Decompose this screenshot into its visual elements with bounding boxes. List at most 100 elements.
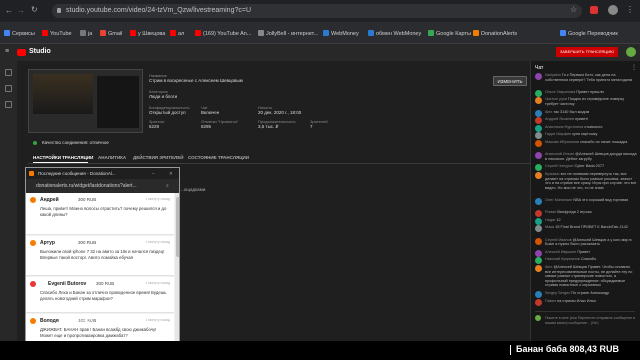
chat-author[interactable]: Андрей Яковлев: [545, 117, 574, 121]
reload-icon[interactable]: ↻: [31, 5, 38, 14]
forward-icon[interactable]: →: [17, 6, 25, 15]
bookmark-youtube[interactable]: YouTube: [42, 30, 72, 37]
menu-icon[interactable]: ⋮: [626, 5, 634, 14]
popup-address-bar[interactable]: donationalerts.ru/widget/lastdonations?a…: [26, 179, 179, 193]
chat-avatar[interactable]: [535, 132, 542, 140]
chat-author[interactable]: Николай Куприянов: [545, 257, 580, 261]
chat-author[interactable]: Гарри Марфин: [545, 132, 571, 136]
chat-avatar[interactable]: [535, 89, 542, 97]
stream-tabs: НАСТРОЙКИ ТРАНСЛЯЦИИ АНАЛИТИКА ДЕЙСТВИЯ …: [28, 152, 530, 164]
stream-preview[interactable]: [28, 69, 143, 133]
donation-item: Андрей 300 RUB 1 минуту назад Леша, прив…: [26, 193, 174, 235]
donation-amount: 300 RUB: [78, 197, 97, 202]
chat-avatar[interactable]: [535, 97, 542, 105]
bookmark-google-translate[interactable]: Google Переводчик: [560, 30, 618, 37]
chat-text: @Алексей Шевцов Привет. Чтобы оставить в…: [545, 265, 633, 288]
chat-author[interactable]: Сергей Иванов: [545, 238, 572, 242]
chat-author[interactable]: Сергей Чепурин: [545, 164, 573, 168]
chat-avatar[interactable]: [535, 249, 542, 257]
studio-logo[interactable]: Studio: [29, 48, 51, 55]
donor-name: Володя: [40, 318, 59, 324]
analytics-icon[interactable]: [5, 101, 12, 108]
hamburger-icon[interactable]: ≡: [5, 48, 9, 55]
bookmark-webmoney[interactable]: WebMoney: [323, 30, 359, 37]
chat-avatar[interactable]: [535, 152, 542, 160]
donation-amount: 300 RUB: [78, 240, 97, 245]
popup-scrollbar[interactable]: [175, 193, 179, 343]
chat-status: Включен: [201, 110, 220, 115]
chat-author[interactable]: Nariyakin: [545, 73, 561, 77]
chat-author[interactable]: Hagar: [545, 218, 555, 222]
chat-avatar[interactable]: [535, 109, 542, 117]
chat-avatar[interactable]: [535, 257, 542, 265]
quality-dot-icon: [33, 141, 37, 145]
chat-author[interactable]: Алексей Ивушкин: [545, 250, 576, 254]
chat-avatar[interactable]: [535, 164, 542, 172]
chat-author[interactable]: Анастасия Нургалина: [545, 125, 583, 129]
bookmark-jollybell[interactable]: JollyBell - интернет...: [258, 30, 318, 37]
chat-avatar[interactable]: [535, 225, 542, 233]
chat-author[interactable]: Чистые руки: [545, 97, 567, 101]
tab-viewer-actions[interactable]: ДЕЙСТВИЯ ЗРИТЕЛЕЙ: [133, 155, 184, 160]
star-icon[interactable]: ☆: [570, 5, 577, 14]
bookmark-al[interactable]: ал: [170, 30, 184, 37]
chat-avatar[interactable]: [535, 298, 542, 306]
extension-icon[interactable]: [590, 6, 598, 14]
chat-avatar[interactable]: [535, 198, 542, 205]
minimize-icon[interactable]: –: [152, 168, 155, 179]
chat-author[interactable]: Максим Ибрагимов: [545, 140, 579, 144]
bookmark-ja[interactable]: ja: [80, 30, 92, 37]
chat-avatar[interactable]: [535, 217, 542, 225]
account-avatar[interactable]: [626, 47, 636, 57]
chat-input[interactable]: Пишите в чате (или Перенести отправить с…: [535, 311, 635, 337]
chat-author[interactable]: Alex: [545, 265, 552, 269]
extra-value: 7: [310, 124, 313, 129]
chat-author[interactable]: Павел: [545, 299, 556, 303]
chat-avatar[interactable]: [535, 265, 542, 272]
chat-text: Спасибо: [580, 257, 597, 262]
chat-author[interactable]: Alex: [545, 110, 552, 114]
bookmark-gmail[interactable]: Gmail: [100, 30, 122, 37]
tab-stream-settings[interactable]: НАСТРОЙКИ ТРАНСЛЯЦИИ: [33, 155, 93, 160]
chat-author[interactable]: Кузьмич: [545, 172, 560, 176]
chat-menu-icon[interactable]: ⋮: [631, 64, 637, 71]
search-icon[interactable]: ⌕: [166, 179, 169, 193]
chat-author[interactable]: Ольга Гаврилова: [545, 90, 575, 94]
chat-author[interactable]: Олег Малинкин: [545, 198, 572, 202]
tab-analytics[interactable]: АНАЛИТИКА: [98, 155, 126, 160]
bookmark-google-maps[interactable]: Google Карты: [428, 30, 471, 37]
bookmarks-bar: Сервисы YouTube ja Gmail у Швецова ал (1…: [0, 22, 640, 44]
donation-item: Evgenii Butorov 300 RUB 1 минуту назад С…: [26, 277, 174, 313]
tab-stream-health[interactable]: СОСТОЯНИЕ ТРАНСЛЯЦИИ: [188, 155, 249, 160]
chat-message: Николай Куприянов Спасибо: [545, 257, 637, 262]
donation-message: ДЖИЖВАТ. БАНАН прав ! Банан всажбд свою …: [40, 327, 157, 338]
chat-author[interactable]: Роман: [545, 210, 556, 214]
chat-avatar[interactable]: [535, 140, 542, 147]
bookmark-youtube-an[interactable]: (169) YouTube An...: [195, 30, 251, 37]
chat-avatar[interactable]: [535, 73, 542, 80]
end-stream-button[interactable]: ЗАВЕРШИТЬ ТРАНСЛЯЦИЮ: [556, 47, 618, 57]
bookmark-webmoney-exchange[interactable]: обмен WebMoney: [368, 30, 421, 37]
bookmark-donationalerts[interactable]: DonationAlerts: [473, 30, 517, 37]
donation-message: Выложили свой iphone 7 32 на авито за 10…: [40, 249, 165, 260]
chat-author[interactable]: Анатолий Ильин: [545, 152, 574, 156]
chat-avatar[interactable]: [535, 117, 542, 125]
bookmark-shevtsov[interactable]: у Швецова: [130, 30, 165, 37]
chat-avatar[interactable]: [535, 124, 542, 132]
donation-icon: [30, 240, 36, 246]
address-bar[interactable]: studio.youtube.com/video/24-tzVm_Qzw/liv…: [52, 4, 582, 18]
chat-avatar[interactable]: [535, 237, 542, 245]
chat-author[interactable]: Sergey Sergev: [545, 291, 570, 295]
bookmark-apps[interactable]: Сервисы: [4, 30, 35, 37]
profile-avatar[interactable]: [608, 5, 618, 15]
chat-avatar[interactable]: [535, 172, 542, 179]
chat-avatar[interactable]: [535, 291, 542, 298]
chat-avatar[interactable]: [535, 210, 542, 218]
stream-icon[interactable]: [5, 85, 12, 92]
chat-message: Андрей Яковлев привет!: [545, 117, 637, 122]
back-icon[interactable]: ←: [5, 6, 13, 15]
close-icon[interactable]: ✕: [169, 168, 173, 179]
dashboard-icon[interactable]: [5, 69, 12, 76]
edit-button[interactable]: ИЗМЕНИТЬ: [493, 76, 527, 86]
chat-author[interactable]: Мака: [545, 225, 554, 229]
